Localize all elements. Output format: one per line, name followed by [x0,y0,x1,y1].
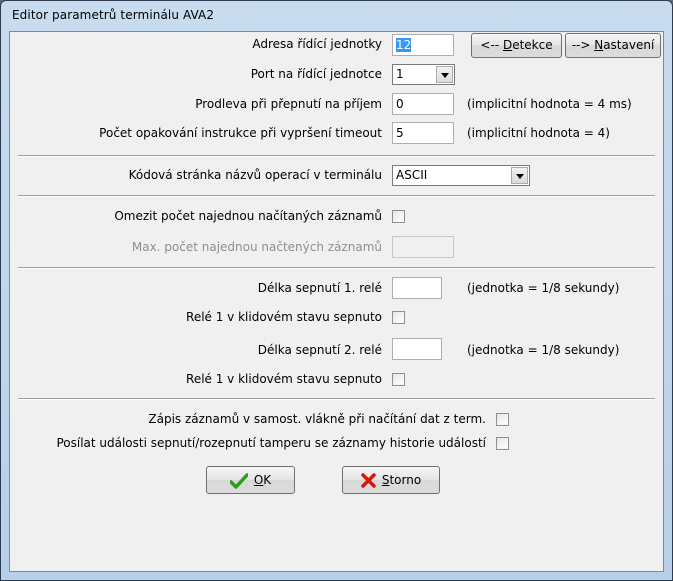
port-select[interactable]: 1 [392,64,455,85]
relay2-note: (jednotka = 1/8 sekundy) [467,343,620,357]
retry-note: (implicitní hodnota = 4) [467,126,610,140]
separator [18,195,655,197]
checkmark-icon [229,472,248,489]
delay-label: Prodleva při přepnutí na příjem [195,97,382,111]
codepage-value: ASCII [396,168,428,182]
thread-checkbox[interactable] [496,413,509,426]
cancel-button[interactable]: Storno [342,466,440,494]
relay2-idle-label: Relé 1 v klidovém stavu sepnuto [186,372,382,386]
detect-button[interactable]: <-- Detekce [471,33,562,58]
relay1-label: Délka sepnutí 1. relé [257,281,382,295]
close-icon [361,473,376,488]
max-input[interactable] [392,236,454,258]
delay-note: (implicitní hodnota = 4 ms) [467,97,632,111]
delay-value: 0 [396,97,404,111]
title-bar[interactable]: Editor parametrů terminálu AVA2 [1,1,672,31]
tamper-label: Posílat události sepnutí/rozepnutí tampe… [56,436,486,450]
address-input[interactable]: 12 [392,34,454,56]
separator [18,155,655,157]
limit-checkbox[interactable] [392,210,405,223]
retry-label: Počet opakování instrukce při vypršení t… [99,126,382,140]
relay1-input[interactable] [392,277,442,299]
separator [18,267,655,269]
codepage-label: Kódová stránka názvů operací v terminálu [128,168,382,182]
relay1-note: (jednotka = 1/8 sekundy) [467,281,620,295]
ok-button[interactable]: OK [206,466,295,494]
window-title: Editor parametrů terminálu AVA2 [12,8,215,22]
relay2-idle-checkbox[interactable] [392,373,405,386]
retry-value: 5 [396,126,404,140]
limit-label: Omezit počet najednou načítaných záznamů [114,209,382,223]
dialog-window: Editor parametrů terminálu AVA2 Adresa ř… [0,0,673,581]
relay1-idle-label: Relé 1 v klidovém stavu sepnuto [186,310,382,324]
address-value: 12 [396,38,412,52]
relay2-input[interactable] [392,338,442,360]
separator [18,398,655,400]
chevron-down-icon[interactable] [436,66,453,83]
thread-label: Zápis záznamů v samost. vlákně při načít… [148,412,486,426]
delay-input[interactable]: 0 [392,93,454,115]
dialog-client-area: Adresa řídící jednotky 12 <-- Detekce --… [9,31,664,572]
tamper-checkbox[interactable] [496,437,509,450]
relay1-idle-checkbox[interactable] [392,311,405,324]
relay2-label: Délka sepnutí 2. relé [257,343,382,357]
setup-button[interactable]: --> Nastavení [565,33,661,58]
max-label: Max. počet najednou načtených záznamů [131,240,382,254]
codepage-select[interactable]: ASCII [392,165,530,186]
port-value: 1 [396,67,404,81]
port-label: Port na řídící jednotce [250,67,382,81]
retry-input[interactable]: 5 [392,122,454,144]
address-label: Adresa řídící jednotky [252,37,382,51]
chevron-down-icon[interactable] [511,167,528,184]
